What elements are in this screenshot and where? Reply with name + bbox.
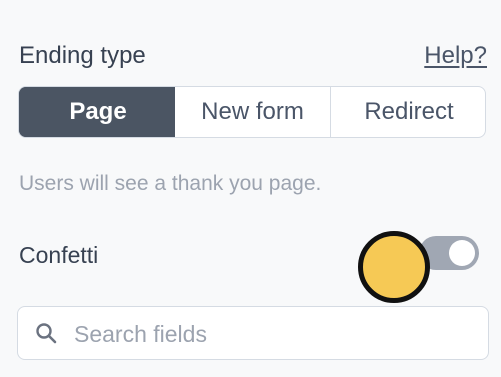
- ending-settings-panel: Ending type Help? Page New form Redirect…: [0, 0, 501, 377]
- confetti-label: Confetti: [19, 242, 99, 268]
- toggle-knob: [449, 240, 475, 266]
- search-fields-box[interactable]: [17, 306, 489, 360]
- search-input[interactable]: [72, 315, 476, 353]
- ending-type-header: Ending type Help?: [19, 40, 489, 74]
- ending-option-page[interactable]: Page: [19, 87, 175, 137]
- cursor-marker: [358, 231, 430, 303]
- help-link[interactable]: Help?: [424, 42, 487, 70]
- ending-option-new-form[interactable]: New form: [175, 87, 331, 137]
- ending-helper-text: Users will see a thank you page.: [19, 172, 322, 195]
- search-icon: [34, 321, 58, 345]
- ending-option-redirect[interactable]: Redirect: [331, 87, 485, 137]
- ending-type-label: Ending type: [19, 42, 146, 69]
- ending-type-selector: Page New form Redirect: [18, 86, 486, 138]
